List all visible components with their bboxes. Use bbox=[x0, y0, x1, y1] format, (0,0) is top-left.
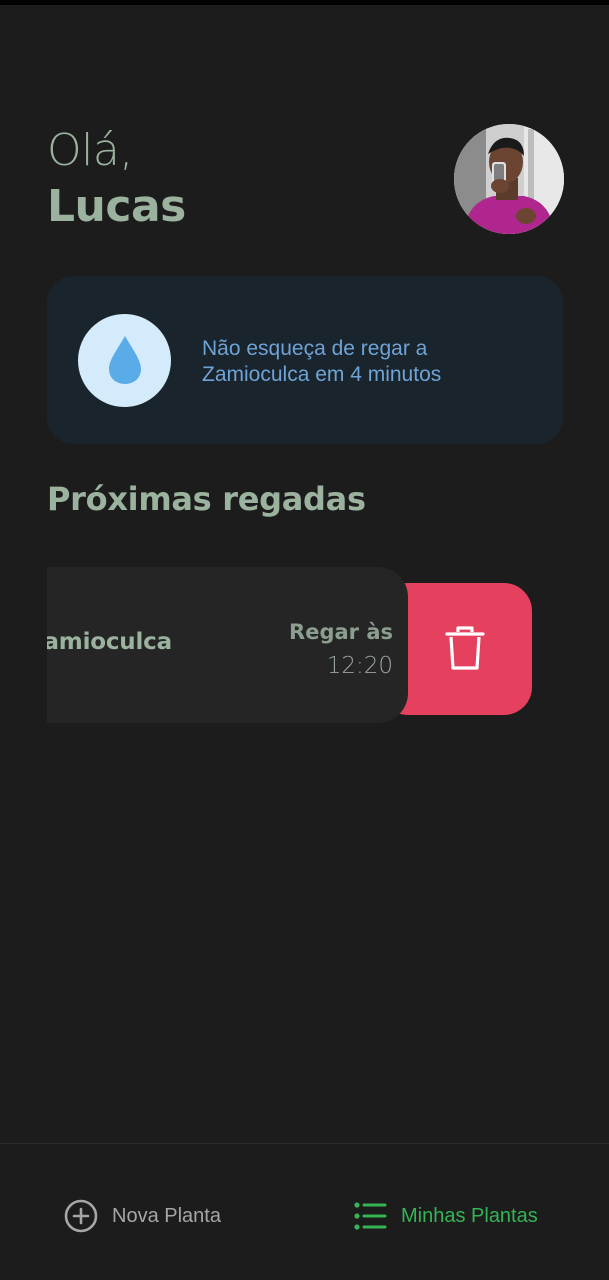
nav-new-plant-label: Nova Planta bbox=[112, 1204, 221, 1227]
nav-my-plants[interactable]: Minhas Plantas bbox=[353, 1199, 538, 1233]
water-time: 12:20 bbox=[326, 653, 393, 679]
water-label: Regar às bbox=[289, 620, 393, 644]
watering-reminder-card: Não esqueça de regar a Zamioculca em 4 m… bbox=[47, 276, 563, 444]
reminder-message: Não esqueça de regar a Zamioculca em 4 m… bbox=[202, 337, 442, 386]
water-drop-badge bbox=[78, 314, 171, 407]
trash-icon bbox=[445, 626, 485, 670]
nav-my-plants-label: Minhas Plantas bbox=[401, 1204, 538, 1227]
nav-new-plant[interactable]: Nova Planta bbox=[64, 1199, 221, 1233]
water-drop-icon bbox=[109, 336, 141, 384]
section-title: Próximas regadas bbox=[47, 480, 366, 518]
bottom-nav: Nova Planta Minhas Plantas bbox=[0, 1143, 609, 1280]
status-bar bbox=[0, 0, 609, 5]
plus-circle-icon bbox=[64, 1199, 98, 1233]
user-name: Lucas bbox=[47, 181, 186, 232]
app-screen: Olá, Lucas Não esqueça de regar a Zamioc… bbox=[0, 0, 609, 1280]
list-icon bbox=[354, 1202, 387, 1230]
plant-card[interactable]: Zamioculca Regar às 12:20 bbox=[47, 567, 408, 723]
avatar[interactable] bbox=[454, 124, 564, 234]
greeting-text: Olá, bbox=[47, 125, 133, 176]
plant-name: Zamioculca bbox=[47, 629, 172, 655]
greeting: Olá, Lucas bbox=[47, 125, 186, 237]
user-avatar-photo bbox=[454, 124, 564, 234]
